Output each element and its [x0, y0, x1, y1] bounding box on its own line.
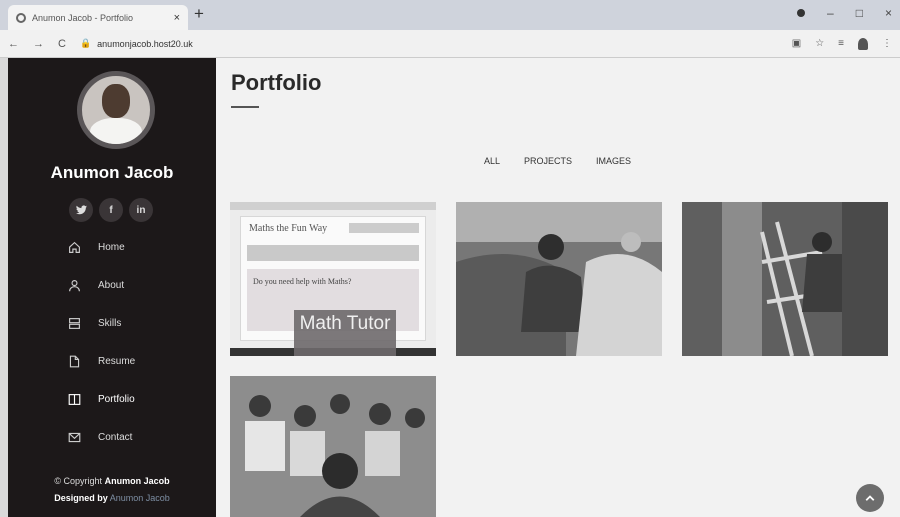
designed-by-prefix: Designed by — [54, 493, 108, 503]
profile-avatar-icon[interactable] — [858, 37, 868, 50]
sidebar-item-home[interactable]: Home — [66, 228, 135, 266]
copyright-prefix: © Copyright — [54, 476, 103, 486]
portfolio-item-photo-tower[interactable] — [682, 202, 888, 356]
book-icon — [66, 393, 82, 406]
back-button[interactable]: ← — [8, 38, 19, 50]
close-window-button[interactable]: × — [885, 6, 892, 20]
forward-button[interactable]: → — [33, 38, 44, 50]
envelope-icon — [66, 431, 82, 444]
sidebar-item-label: Skills — [98, 317, 122, 329]
portfolio-item-overlay-title: Math Tutor — [294, 310, 396, 356]
sidebar-item-resume[interactable]: Resume — [66, 342, 135, 380]
back-to-top-button[interactable] — [856, 484, 884, 512]
sidebar-item-label: Resume — [98, 355, 136, 367]
file-icon — [66, 355, 82, 368]
window-controls: – □ × — [797, 6, 892, 20]
bookmark-star-icon[interactable]: ☆ — [815, 38, 824, 49]
profile-avatar — [77, 71, 155, 149]
sidebar-item-label: Contact — [98, 431, 133, 443]
server-icon — [66, 317, 82, 330]
avatar-head-shape — [102, 84, 130, 118]
filter-images[interactable]: IMAGES — [596, 156, 631, 166]
portfolio-item-photo-group[interactable] — [230, 376, 436, 517]
more-menu-icon[interactable]: ⋮ — [882, 38, 892, 49]
new-tab-button[interactable]: + — [194, 4, 204, 24]
tab-close-icon[interactable]: × — [174, 12, 180, 24]
sidebar-menu: Home About Skills Resume Portfolio Conta… — [66, 228, 135, 456]
facebook-icon[interactable]: f — [99, 198, 123, 222]
social-links: f in — [69, 198, 153, 222]
screenshot-browser-bar — [230, 202, 436, 210]
photo-tower-image — [682, 202, 888, 356]
site-favicon-icon — [16, 12, 26, 23]
tab-title: Anumon Jacob - Portfolio — [32, 12, 134, 23]
chevron-up-icon — [865, 495, 875, 501]
main-content: Portfolio ALL PROJECTS IMAGES Maths the … — [216, 58, 900, 517]
sidebar-item-contact[interactable]: Contact — [66, 418, 135, 456]
screenshot-search-box — [349, 223, 419, 233]
sidebar-item-label: About — [98, 279, 125, 291]
sidebar-item-label: Portfolio — [98, 393, 135, 405]
filter-projects[interactable]: PROJECTS — [524, 156, 572, 166]
sidebar-item-about[interactable]: About — [66, 266, 135, 304]
url-field[interactable]: anumonjacob.host20.uk — [97, 39, 792, 49]
sidebar-footer: © Copyright Anumon Jacob Designed by Anu… — [8, 473, 216, 507]
designed-by-line: Designed by Anumon Jacob — [8, 490, 216, 507]
avatar-shirt-shape — [90, 118, 142, 144]
user-icon — [66, 279, 82, 292]
home-icon — [66, 241, 82, 254]
reading-list-icon[interactable]: ≡ — [838, 38, 844, 49]
reload-button[interactable]: C — [58, 38, 66, 50]
photo-group-image — [230, 376, 436, 517]
translate-icon[interactable]: ▣ — [792, 38, 801, 49]
minimize-button[interactable]: – — [827, 6, 834, 20]
maximize-button[interactable]: □ — [856, 6, 863, 20]
sidebar-item-skills[interactable]: Skills — [66, 304, 135, 342]
address-bar: ← → C 🔒 anumonjacob.host20.uk ▣ ☆ ≡ ⋮ — [0, 30, 900, 58]
portfolio-item-photo-car[interactable] — [456, 202, 662, 356]
browser-tab[interactable]: Anumon Jacob - Portfolio × — [8, 5, 188, 30]
filter-all[interactable]: ALL — [484, 156, 500, 166]
twitter-icon[interactable] — [69, 198, 93, 222]
copyright-line: © Copyright Anumon Jacob — [8, 473, 216, 490]
title-underline — [231, 106, 259, 108]
profile-name: Anumon Jacob — [50, 163, 174, 182]
navigation-buttons: ← → C — [8, 38, 66, 50]
portfolio-filters: ALL PROJECTS IMAGES — [484, 156, 631, 166]
sidebar-item-label: Home — [98, 241, 125, 253]
copyright-name: Anumon Jacob — [104, 476, 170, 486]
designer-link[interactable]: Anumon Jacob — [110, 493, 170, 503]
lock-icon[interactable]: 🔒 — [80, 38, 91, 49]
browser-tab-bar: Anumon Jacob - Portfolio × + – □ × — [0, 0, 900, 30]
linkedin-icon[interactable]: in — [129, 198, 153, 222]
portfolio-item-math-tutor[interactable]: Maths the Fun Way Do you need help with … — [230, 202, 436, 356]
page-title: Portfolio — [231, 70, 322, 95]
sidebar: Anumon Jacob f in Home About Skills Resu… — [8, 58, 216, 517]
screenshot-nav-strip — [247, 245, 419, 261]
photo-car-image — [456, 202, 662, 356]
browser-tools: ▣ ☆ ≡ ⋮ — [792, 37, 892, 50]
record-icon[interactable] — [797, 9, 806, 17]
sidebar-item-portfolio[interactable]: Portfolio — [66, 380, 135, 418]
